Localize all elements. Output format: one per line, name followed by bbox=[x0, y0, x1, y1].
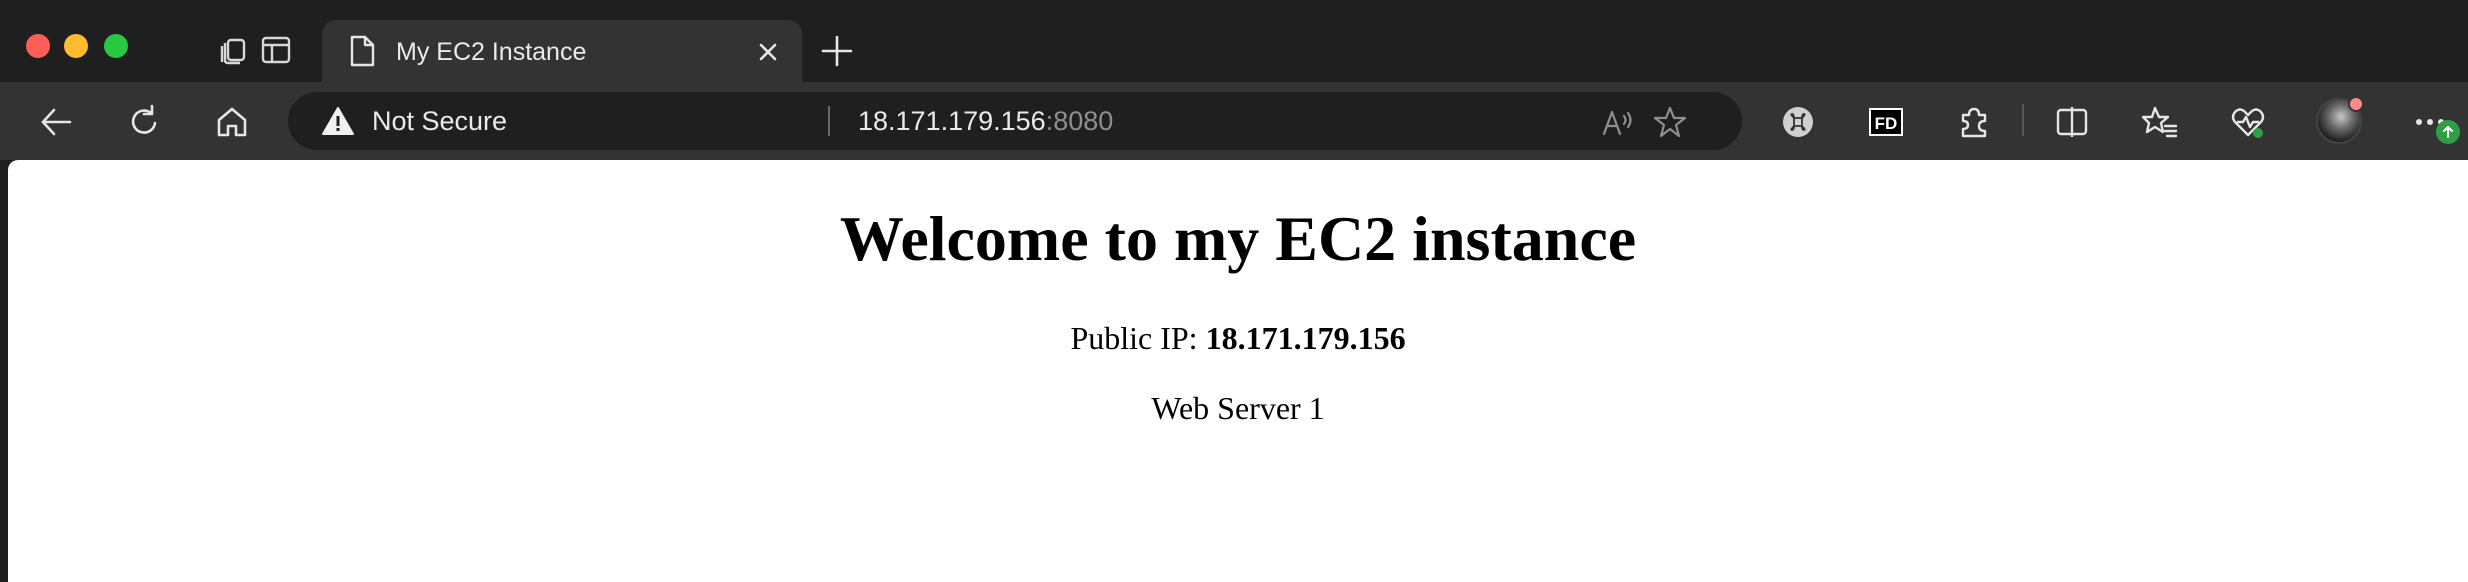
fd-extension-icon[interactable]: FD bbox=[1864, 100, 1908, 144]
workspaces-icon[interactable] bbox=[214, 30, 254, 70]
browser-essentials-icon[interactable] bbox=[2226, 100, 2270, 144]
split-screen-icon[interactable] bbox=[2050, 100, 2094, 144]
update-available-icon[interactable] bbox=[2436, 120, 2460, 144]
page-viewport: Welcome to my EC2 instance Public IP: 18… bbox=[8, 160, 2468, 582]
navigation-toolbar: Not Secure 18.171.179.156:8080 FD bbox=[0, 82, 2468, 160]
extensions-puzzle-icon[interactable] bbox=[1952, 100, 1996, 144]
tab-title: My EC2 Instance bbox=[396, 38, 587, 66]
url-host: 18.171.179.156 bbox=[858, 106, 1046, 136]
page-icon bbox=[350, 35, 375, 67]
address-separator bbox=[828, 106, 830, 136]
favorites-icon[interactable] bbox=[2138, 100, 2182, 144]
read-aloud-icon[interactable] bbox=[1600, 104, 1636, 140]
favorite-star-icon[interactable] bbox=[1652, 104, 1688, 140]
maximize-window-button[interactable] bbox=[104, 34, 128, 58]
page-heading: Welcome to my EC2 instance bbox=[839, 203, 1637, 274]
home-icon[interactable] bbox=[210, 100, 254, 144]
warning-icon[interactable] bbox=[322, 106, 354, 136]
tab-active[interactable]: My EC2 Instance bbox=[322, 20, 802, 82]
close-window-button[interactable] bbox=[26, 34, 50, 58]
security-status[interactable]: Not Secure bbox=[372, 106, 507, 137]
fd-extension-label: FD bbox=[1875, 114, 1898, 133]
public-ip-value: 18.171.179.156 bbox=[1205, 320, 1406, 356]
tab-strip: My EC2 Instance bbox=[0, 0, 2468, 82]
public-ip-line: Public IP: 18.171.179.156 bbox=[8, 320, 2468, 357]
back-icon[interactable] bbox=[34, 100, 78, 144]
vertical-tabs-icon[interactable] bbox=[256, 30, 296, 70]
command-extension-icon[interactable] bbox=[1776, 100, 1820, 144]
refresh-icon[interactable] bbox=[122, 100, 166, 144]
public-ip-label: Public IP: bbox=[1070, 320, 1198, 356]
url-port: :8080 bbox=[1045, 106, 1114, 136]
profile-notification-dot bbox=[2348, 96, 2364, 112]
minimize-window-button[interactable] bbox=[64, 34, 88, 58]
url-text[interactable]: 18.171.179.156:8080 bbox=[858, 106, 1113, 137]
close-tab-icon[interactable] bbox=[754, 38, 782, 66]
toolbar-divider bbox=[2022, 104, 2024, 136]
web-server-label: Web Server 1 bbox=[1151, 390, 1325, 426]
new-tab-icon[interactable] bbox=[818, 32, 856, 70]
address-bar[interactable]: Not Secure 18.171.179.156:8080 bbox=[288, 92, 1742, 150]
